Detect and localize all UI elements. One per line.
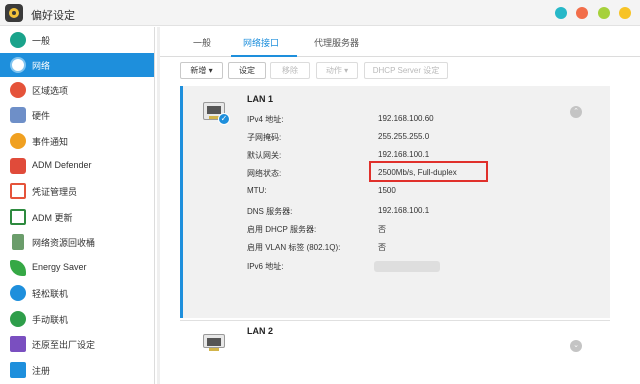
sidebar: 一般 网络 区域选项 硬件 事件通知 ADM Defender 凭证管理员 AD… (0, 27, 155, 384)
active-tab-indicator (231, 55, 297, 57)
dns-server-value: 192.168.100.1 (378, 206, 430, 215)
connected-check-icon: ✓ (218, 113, 230, 125)
hardware-icon (10, 107, 26, 123)
vlan-tag-enabled-label: 启用 VLAN 标签 (802.1Q): (247, 243, 341, 252)
action-button[interactable]: 动作 ▾ (316, 62, 358, 79)
settings-button[interactable]: 设定 (228, 62, 266, 79)
tab-general[interactable]: 一般 (193, 36, 211, 49)
collapse-chevron-up-icon[interactable]: ⌃ (570, 106, 582, 118)
tab-proxy-server[interactable]: 代理服务器 (314, 36, 359, 49)
window-control-teal-icon[interactable] (555, 7, 567, 19)
sidebar-item-adm-update[interactable]: ADM 更新 (0, 205, 154, 229)
sidebar-item-register[interactable]: 注册 (0, 358, 154, 382)
notification-icon (10, 133, 26, 149)
update-icon (10, 209, 26, 225)
dns-server-label: DNS 服务器: (247, 207, 293, 216)
network-globe-icon (10, 57, 26, 73)
ipv4-label: IPv4 地址: (247, 115, 284, 124)
sidebar-item-label: 区域选项 (32, 86, 69, 96)
sidebar-item-label: 凭证管理员 (32, 187, 78, 197)
region-icon (10, 82, 26, 98)
dhcp-server-enabled-value: 否 (378, 225, 386, 234)
title-bar: 偏好设定 (0, 0, 640, 26)
sidebar-item-region[interactable]: 区域选项 (0, 78, 154, 102)
sidebar-item-label: ADM Defender (32, 160, 92, 170)
sidebar-scrollbar[interactable] (157, 27, 160, 384)
ipv6-label: IPv6 地址: (247, 262, 284, 271)
recycle-bin-icon (12, 234, 24, 250)
sidebar-item-recycle-bin[interactable]: 网络资源回收桶 (0, 230, 154, 254)
remove-button[interactable]: 移除 (270, 62, 310, 79)
sidebar-item-label: ADM 更新 (32, 213, 73, 223)
general-icon (10, 32, 26, 48)
ipv4-value: 192.168.100.60 (378, 114, 434, 123)
ipv6-value-blurred (374, 261, 440, 272)
tab-bar (160, 27, 640, 57)
sidebar-item-adm-defender[interactable]: ADM Defender (0, 154, 154, 178)
lan2-panel[interactable] (180, 320, 610, 360)
sidebar-item-label: 事件通知 (32, 137, 69, 147)
expand-chevron-down-icon[interactable]: ⌄ (570, 340, 582, 352)
dhcp-server-settings-button[interactable]: DHCP Server 设定 (364, 62, 448, 79)
sidebar-item-easy-connect[interactable]: 轻松联机 (0, 281, 154, 305)
sidebar-item-manual-connect[interactable]: 手动联机 (0, 307, 154, 331)
window-control-orange-icon[interactable] (576, 7, 588, 19)
sidebar-item-general[interactable]: 一般 (0, 28, 154, 52)
manual-connect-icon (10, 311, 26, 327)
lan2-title: LAN 2 (247, 326, 274, 336)
window-control-yellow-icon[interactable] (619, 7, 631, 19)
default-gateway-value: 192.168.100.1 (378, 150, 430, 159)
register-icon (10, 362, 26, 378)
sidebar-item-network[interactable]: 网络 (0, 53, 154, 77)
window-control-green-icon[interactable] (598, 7, 610, 19)
sidebar-item-energy-saver[interactable]: Energy Saver (0, 256, 154, 280)
sidebar-item-label: 手动联机 (32, 315, 69, 325)
subnet-mask-value: 255.255.255.0 (378, 132, 430, 141)
sidebar-item-label: Energy Saver (32, 262, 87, 272)
certificate-icon (10, 183, 26, 199)
add-button[interactable]: 新增 ▾ (180, 62, 223, 79)
vlan-tag-enabled-value: 否 (378, 243, 386, 252)
easy-connect-icon (10, 285, 26, 301)
defender-icon (10, 158, 26, 174)
factory-reset-icon (10, 336, 26, 352)
network-adapter-icon (203, 334, 225, 351)
network-status-highlight-box (369, 161, 488, 182)
sidebar-item-certificate[interactable]: 凭证管理员 (0, 179, 154, 203)
sidebar-item-factory-reset[interactable]: 还原至出厂设定 (0, 332, 154, 356)
sidebar-item-hardware[interactable]: 硬件 (0, 103, 154, 127)
default-gateway-label: 默认网关: (247, 151, 282, 160)
dhcp-server-enabled-label: 启用 DHCP 服务器: (247, 225, 317, 234)
sidebar-item-label: 还原至出厂设定 (32, 340, 96, 350)
sidebar-item-label: 网络资源回收桶 (32, 238, 96, 248)
sidebar-item-label: 网络 (32, 61, 51, 71)
sidebar-item-label: 注册 (32, 366, 51, 376)
mtu-label: MTU: (247, 186, 267, 195)
lan1-title: LAN 1 (247, 94, 274, 104)
tab-network-interface[interactable]: 网络接口 (243, 36, 279, 49)
sidebar-item-notification[interactable]: 事件通知 (0, 129, 154, 153)
energy-saver-icon (10, 260, 26, 276)
subnet-mask-label: 子网掩码: (247, 133, 282, 142)
sidebar-item-label: 轻松联机 (32, 289, 69, 299)
sidebar-item-label: 硬件 (32, 111, 51, 121)
network-status-label: 网络状态: (247, 169, 282, 178)
preferences-app-icon (5, 4, 23, 22)
window-title: 偏好设定 (31, 10, 75, 22)
sidebar-item-label: 一般 (32, 36, 51, 46)
mtu-value: 1500 (378, 186, 396, 195)
